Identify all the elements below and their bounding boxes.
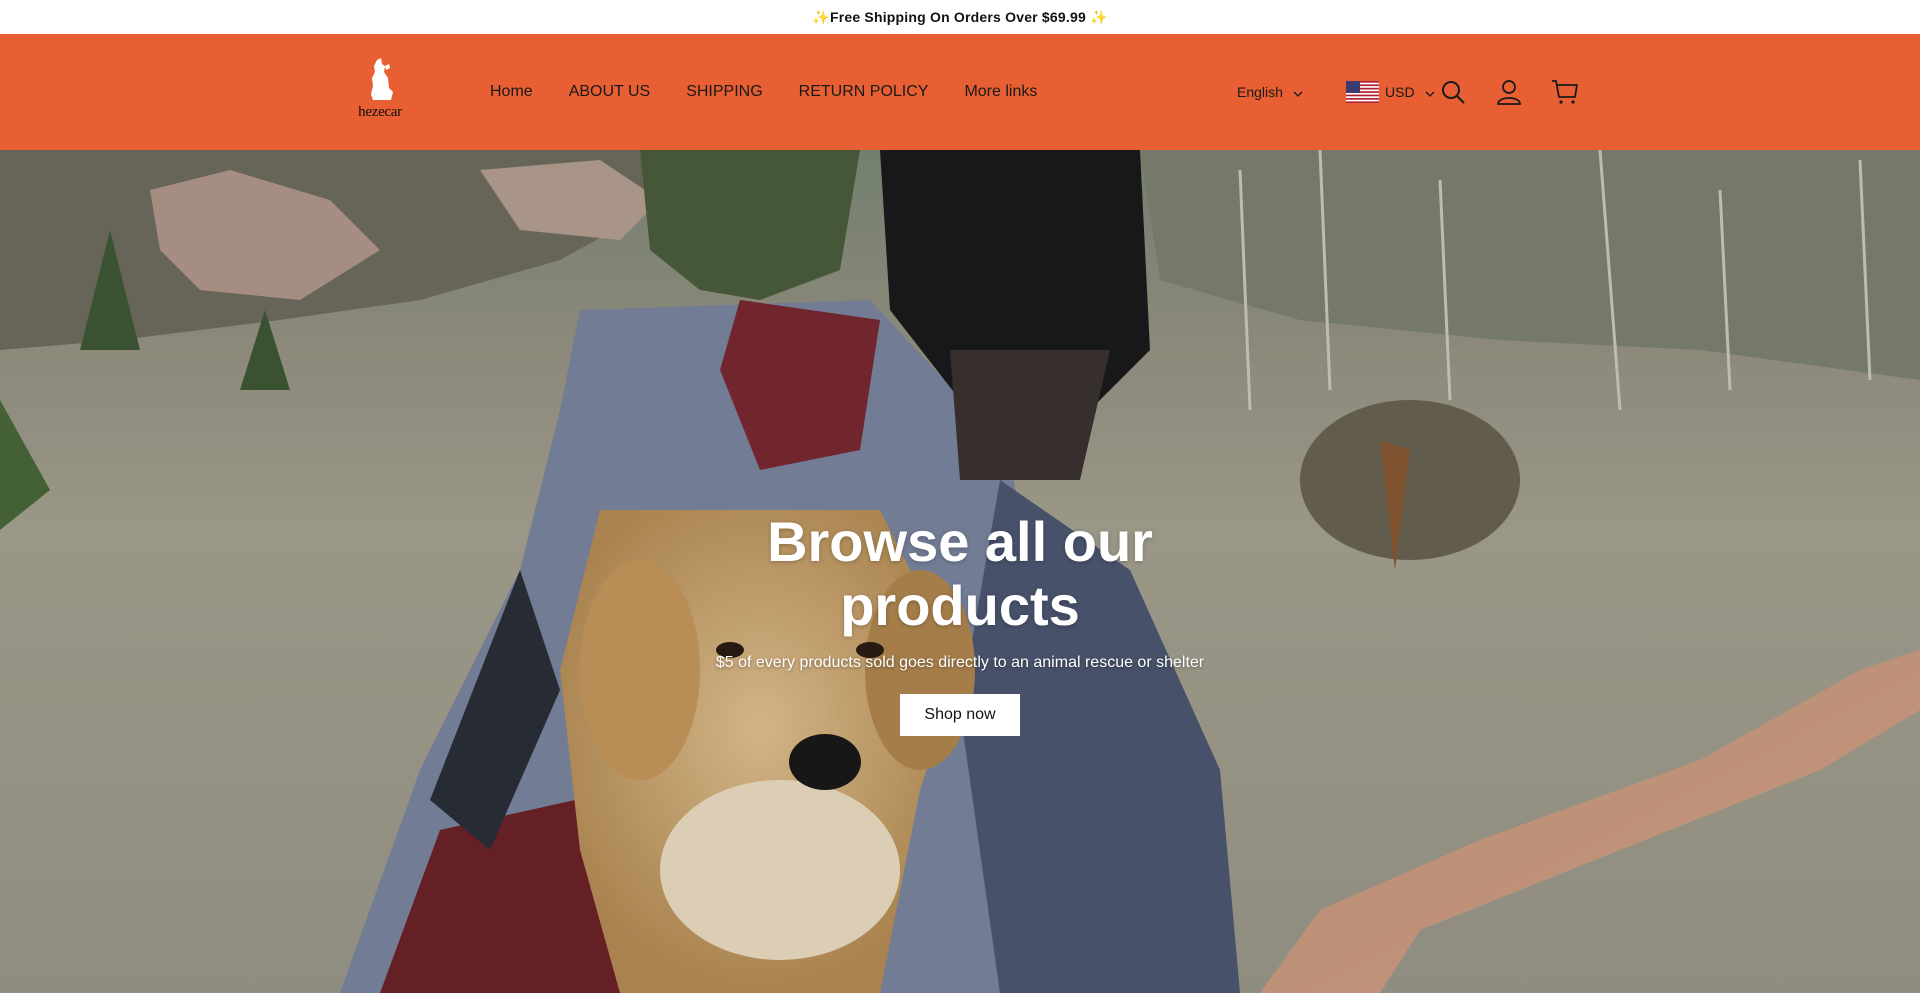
hero-subtitle: $5 of every products sold goes directly … (715, 654, 1205, 671)
shop-now-button[interactable]: Shop now (900, 694, 1020, 736)
site-header: hezecar Home ABOUT US SHIPPING RETURN PO… (0, 34, 1920, 150)
announcement-bar: ✨Free Shipping On Orders Over $69.99 ✨ (0, 0, 1920, 34)
nav-item-about-us[interactable]: ABOUT US (569, 83, 651, 101)
currency-label: USD (1385, 84, 1415, 100)
search-icon[interactable] (1438, 77, 1468, 107)
hero-content: Browse all our products $5 of every prod… (0, 510, 1920, 736)
nav-item-return-policy[interactable]: RETURN POLICY (799, 83, 929, 101)
cart-icon[interactable] (1550, 77, 1580, 107)
language-label: English (1237, 84, 1283, 100)
logo-text: hezecar (358, 104, 402, 120)
main-nav: Home ABOUT US SHIPPING RETURN POLICY Mor… (490, 34, 1073, 150)
language-selector[interactable]: English (1237, 34, 1303, 150)
hero-banner: Browse all our products $5 of every prod… (0, 150, 1920, 993)
chevron-down-icon (1425, 84, 1435, 100)
us-flag-icon (1346, 81, 1379, 103)
nav-item-shipping[interactable]: SHIPPING (686, 83, 762, 101)
hero-title: Browse all our products (767, 510, 1153, 637)
announcement-text: ✨Free Shipping On Orders Over $69.99 ✨ (812, 8, 1108, 25)
logo[interactable]: hezecar (352, 58, 408, 128)
nav-item-home[interactable]: Home (490, 83, 533, 101)
nav-item-more-links[interactable]: More links (964, 83, 1037, 101)
account-icon[interactable] (1494, 77, 1524, 107)
currency-selector[interactable]: USD (1346, 34, 1435, 150)
chevron-down-icon (1293, 84, 1303, 100)
dog-logo-icon (371, 58, 393, 100)
